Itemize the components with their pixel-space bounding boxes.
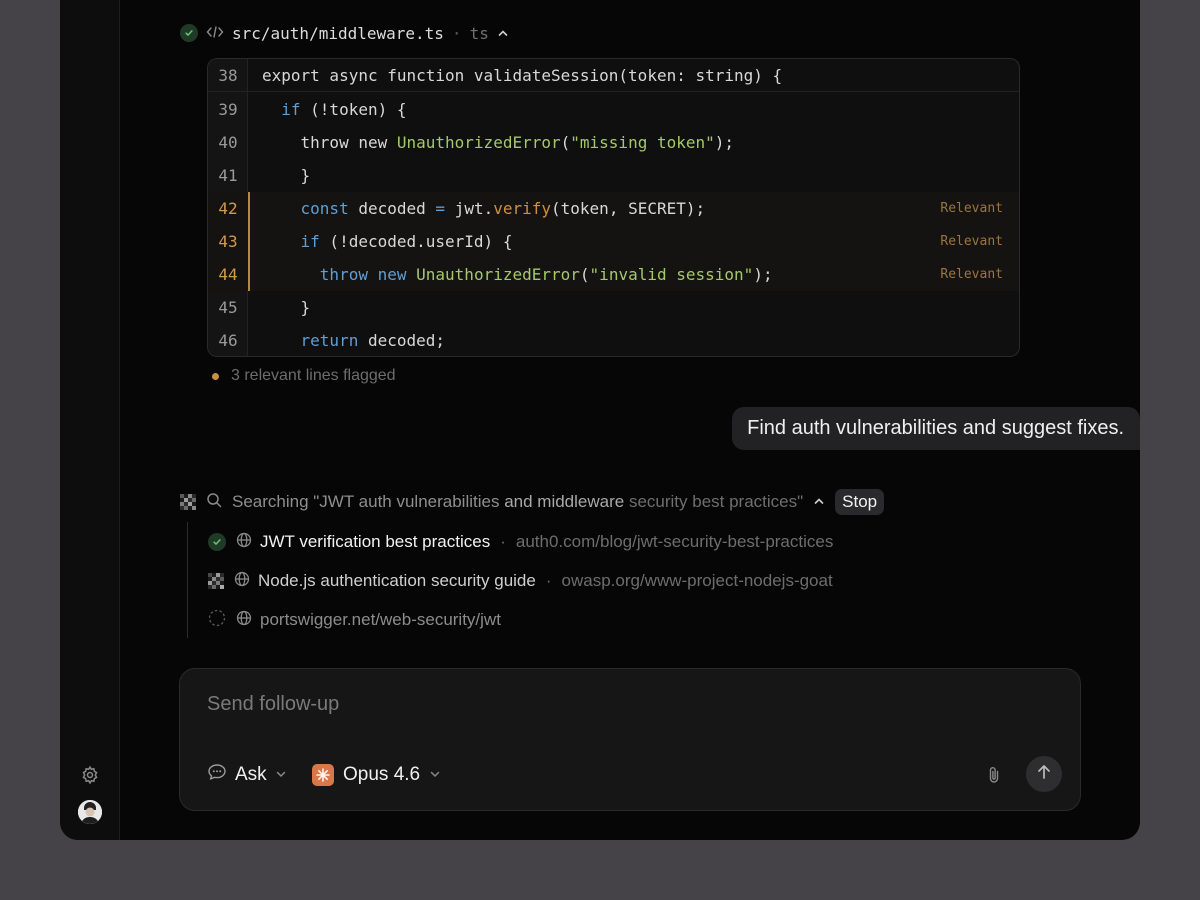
search-status: Searching "JWT auth vulnerabilities and … (180, 488, 885, 516)
spinner-icon (208, 573, 224, 589)
sidebar (60, 0, 120, 840)
flagged-summary: 3 relevant lines flagged (212, 367, 396, 385)
code-text: if (!token) { (281, 100, 407, 119)
code-line-relevant: 44 throw new UnauthorizedError("invalid … (208, 258, 1019, 291)
check-icon (180, 24, 198, 42)
pending-icon (208, 609, 226, 632)
app-window: src/auth/middleware.ts · ts 38 export as… (60, 0, 1140, 840)
send-button[interactable] (1026, 756, 1062, 792)
stop-button[interactable]: Stop (835, 489, 885, 515)
check-icon (208, 533, 226, 551)
relevant-badge: Relevant (940, 267, 1003, 282)
file-header[interactable]: src/auth/middleware.ts · ts (180, 22, 509, 44)
relevant-badge: Relevant (940, 234, 1003, 249)
result-title: portswigger.net/web-security/jwt (260, 610, 501, 629)
file-language: ts (469, 23, 489, 43)
line-number: 42 (218, 199, 238, 218)
chat-main: src/auth/middleware.ts · ts 38 export as… (120, 0, 1140, 840)
model-label: Opus 4.6 (343, 764, 421, 785)
model-icon (312, 764, 334, 786)
line-number: 43 (218, 232, 238, 251)
status-dot (212, 372, 219, 380)
flagged-text: 3 relevant lines flagged (231, 367, 396, 384)
search-query-middle: and middleware (499, 492, 625, 511)
code-text: return decoded; (300, 331, 446, 350)
avatar[interactable] (78, 800, 102, 824)
chevron-down-icon (275, 764, 287, 786)
code-line-relevant: 43 if (!decoded.userId) { Relevant (208, 225, 1019, 258)
code-block: 38 export async function validateSession… (207, 58, 1020, 357)
chevron-down-icon (429, 764, 441, 786)
globe-icon (234, 571, 250, 592)
composer: Ask Opus 4.6 (179, 668, 1081, 811)
search-results: JWT verification best practices · auth0.… (187, 522, 967, 638)
line-number: 39 (218, 100, 238, 119)
code-icon (206, 24, 224, 43)
globe-icon (236, 532, 252, 553)
chevron-up-icon[interactable] (813, 492, 825, 512)
search-result[interactable]: JWT verification best practices · auth0.… (208, 530, 833, 554)
code-line: 46 return decoded; (208, 324, 1019, 356)
code-line-relevant: 42 const decoded = jwt.verify(token, SEC… (208, 192, 1019, 225)
code-text: } (262, 298, 311, 317)
search-query: Searching "JWT auth vulnerabilities and … (232, 492, 803, 512)
chat-icon (207, 762, 227, 788)
line-number: 41 (218, 166, 238, 185)
result-separator: · (545, 571, 552, 590)
code-text: const decoded = jwt.verify(token, SECRET… (300, 199, 706, 218)
code-text: } (262, 166, 311, 185)
relevant-badge: Relevant (940, 201, 1003, 216)
line-number: 38 (218, 65, 238, 85)
search-icon (206, 492, 222, 513)
line-number: 46 (218, 331, 238, 350)
model-selector[interactable]: Opus 4.6 (312, 762, 441, 788)
result-title: Node.js authentication security guide (258, 571, 536, 590)
arrow-up-icon (1035, 763, 1053, 786)
search-result[interactable]: portswigger.net/web-security/jwt (208, 608, 501, 632)
result-title: JWT verification best practices (260, 532, 491, 551)
code-text: export async function validateSession(to… (262, 65, 783, 85)
code-text: throw new UnauthorizedError("invalid ses… (319, 265, 773, 284)
mode-selector[interactable]: Ask (207, 762, 287, 788)
mode-label: Ask (235, 764, 267, 785)
result-url: auth0.com/blog/jwt-security-best-practic… (515, 532, 834, 551)
search-query-suffix: security best practices" (624, 492, 804, 511)
globe-icon (236, 610, 252, 631)
search-result[interactable]: Node.js authentication security guide · … (208, 569, 833, 593)
follow-up-input[interactable] (207, 689, 907, 719)
code-line: 40 throw new UnauthorizedError("missing … (208, 126, 1019, 159)
code-line: 39 if (!token) { (208, 93, 1019, 126)
spinner-icon (180, 494, 196, 510)
code-line: 45 } (208, 291, 1019, 324)
line-number: 44 (218, 265, 238, 284)
line-number: 40 (218, 133, 238, 152)
code-text: if (!decoded.userId) { (300, 232, 513, 251)
file-path: src/auth/middleware.ts (232, 23, 444, 43)
search-query-prefix: Searching "JWT auth vulnerabilities (232, 492, 500, 511)
code-text: throw new UnauthorizedError("missing tok… (262, 133, 735, 152)
file-separator: · (451, 23, 462, 43)
user-message-text: Find auth vulnerabilities and suggest fi… (747, 417, 1124, 439)
gear-icon[interactable] (78, 763, 102, 787)
user-message: Find auth vulnerabilities and suggest fi… (732, 407, 1140, 450)
result-url: owasp.org/www-project-nodejs-goat (561, 571, 833, 590)
line-number: 45 (218, 298, 238, 317)
chevron-up-icon[interactable] (497, 24, 509, 43)
paperclip-icon[interactable] (982, 763, 1006, 787)
code-line: 38 export async function validateSession… (208, 59, 1019, 92)
code-line: 41 } (208, 159, 1019, 192)
result-separator: · (500, 532, 506, 551)
